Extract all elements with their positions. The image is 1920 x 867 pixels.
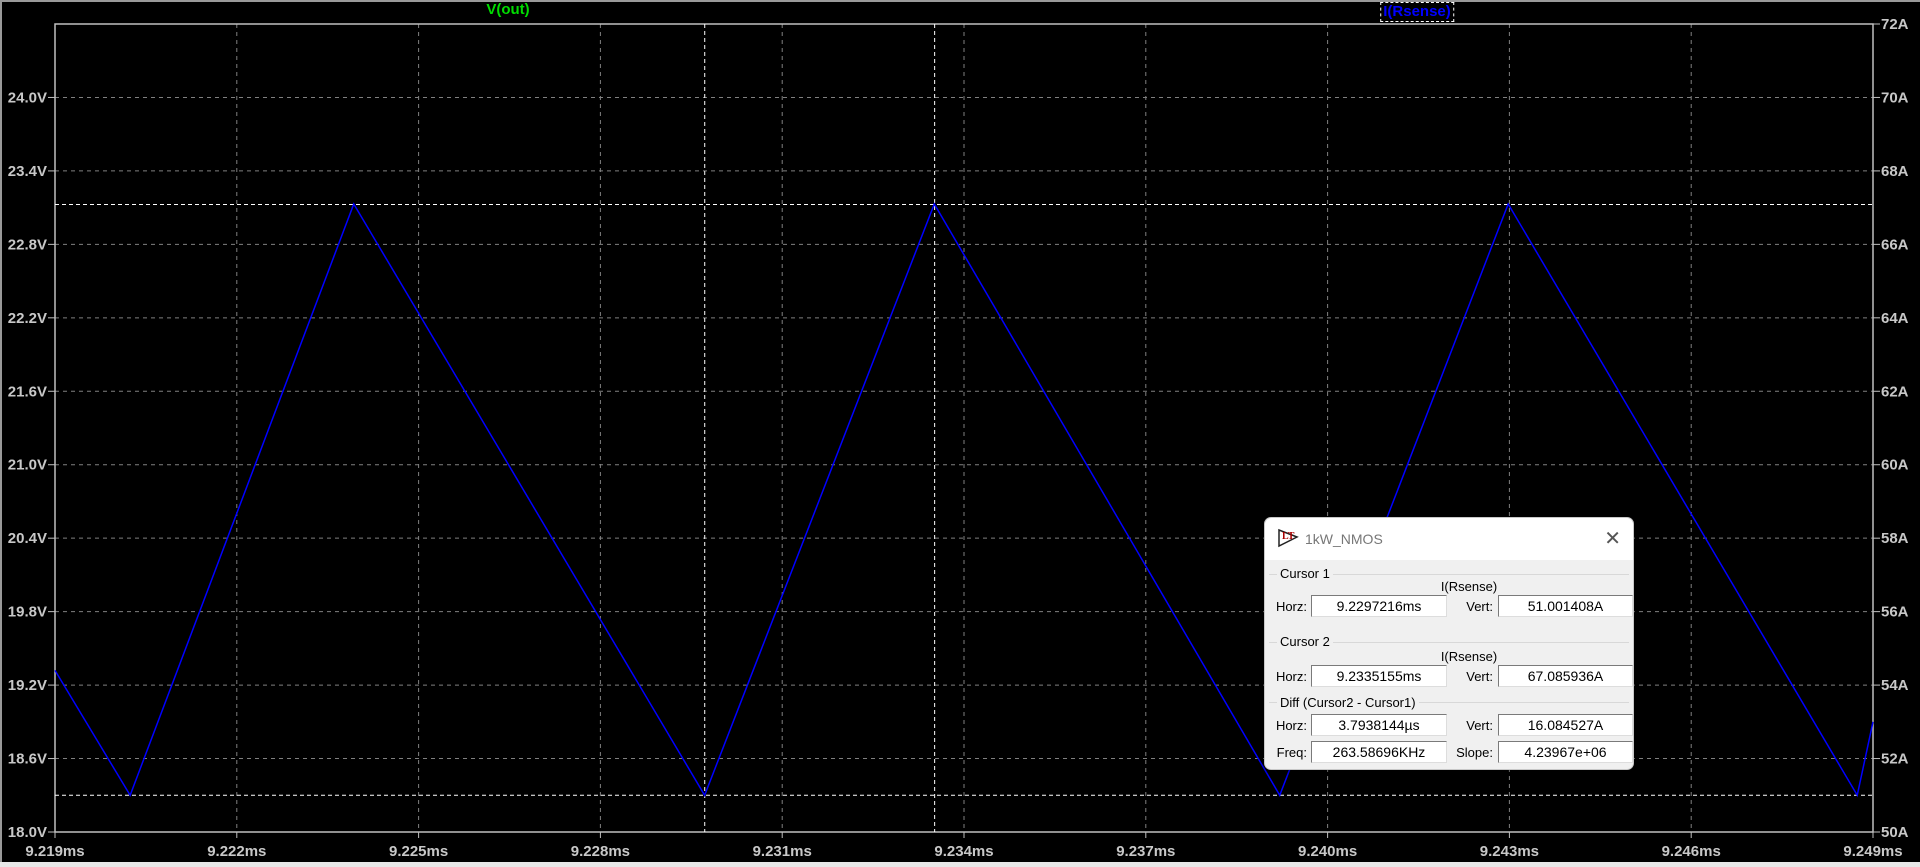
- cursor1-horz-label: Horz:: [1275, 599, 1307, 614]
- freq-label: Freq:: [1276, 745, 1307, 760]
- y-right-tick-label: 70A: [1881, 89, 1909, 106]
- y-left-tick-label: 21.0V: [8, 457, 47, 474]
- cursor1-horz-field[interactable]: 9.2297216ms: [1311, 595, 1447, 617]
- x-tick-label: 9.237ms: [1116, 843, 1175, 860]
- cursor1-vert-field[interactable]: 51.001408A: [1498, 595, 1633, 617]
- y-right-tick-label: 72A: [1881, 16, 1909, 33]
- diff-horz-field[interactable]: 3.7938144µs: [1311, 714, 1447, 736]
- x-tick-label: 9.225ms: [389, 843, 448, 860]
- y-right-tick-label: 54A: [1881, 677, 1909, 694]
- x-tick-label: 9.228ms: [571, 843, 630, 860]
- ltspice-logo-icon: LT: [1278, 528, 1299, 548]
- y-right-tick-label: 52A: [1881, 751, 1909, 768]
- diff-group-label: Diff (Cursor2 - Cursor1): [1277, 695, 1419, 710]
- y-left-tick-label: 18.6V: [8, 751, 47, 768]
- x-tick-label: 9.222ms: [207, 843, 266, 860]
- diff-vert-label: Vert:: [1466, 718, 1493, 733]
- freq-field[interactable]: 263.58696KHz: [1311, 741, 1447, 763]
- x-tick-label: 9.249ms: [1843, 843, 1902, 860]
- y-right-tick-label: 68A: [1881, 163, 1909, 180]
- cursor2-horz-label: Horz:: [1275, 669, 1307, 684]
- diff-horz-label: Horz:: [1275, 718, 1307, 733]
- cursor2-vert-label: Vert:: [1466, 669, 1493, 684]
- y-left-tick-label: 20.4V: [8, 530, 47, 547]
- cursor2-group-label: Cursor 2: [1277, 634, 1333, 649]
- y-right-tick-label: 66A: [1881, 236, 1909, 253]
- dialog-titlebar[interactable]: LT 1kW_NMOS ✕: [1265, 518, 1633, 560]
- y-right-tick-label: 60A: [1881, 457, 1909, 474]
- trace-label-i-rsense[interactable]: I(Rsense): [1380, 2, 1454, 22]
- y-right-tick-label: 50A: [1881, 824, 1909, 841]
- y-right-tick-label: 56A: [1881, 604, 1909, 621]
- cursor1-signal: I(Rsense): [1440, 579, 1498, 594]
- y-right-tick-label: 58A: [1881, 530, 1909, 547]
- close-icon[interactable]: ✕: [1604, 526, 1621, 551]
- slope-label: Slope:: [1456, 745, 1493, 760]
- window-bottom-border: [0, 862, 1920, 867]
- slope-field[interactable]: 4.23967e+06: [1498, 741, 1633, 763]
- y-left-tick-label: 19.2V: [8, 677, 47, 694]
- cursor-dialog: LT 1kW_NMOS ✕ Cursor 1 I(Rsense) Horz: 9…: [1264, 517, 1634, 770]
- x-tick-label: 9.231ms: [753, 843, 812, 860]
- cursor1-vert-label: Vert:: [1466, 599, 1493, 614]
- x-tick-label: 9.240ms: [1298, 843, 1357, 860]
- cursor2-vert-field[interactable]: 67.085936A: [1498, 665, 1633, 687]
- y-left-tick-label: 22.2V: [8, 310, 47, 327]
- cursor2-horz-field[interactable]: 9.2335155ms: [1311, 665, 1447, 687]
- x-tick-label: 9.243ms: [1480, 843, 1539, 860]
- cursor2-signal: I(Rsense): [1440, 649, 1498, 664]
- trace-label-vout[interactable]: V(out): [484, 1, 531, 19]
- y-left-tick-label: 18.0V: [8, 824, 47, 841]
- svg-text:LT: LT: [1282, 531, 1295, 542]
- y-right-tick-label: 64A: [1881, 310, 1909, 327]
- dialog-title: 1kW_NMOS: [1305, 531, 1383, 547]
- y-left-tick-label: 22.8V: [8, 236, 47, 253]
- diff-vert-field[interactable]: 16.084527A: [1498, 714, 1633, 736]
- x-tick-label: 9.234ms: [934, 843, 993, 860]
- x-tick-label: 9.246ms: [1662, 843, 1721, 860]
- y-left-tick-label: 19.8V: [8, 604, 47, 621]
- y-left-tick-label: 21.6V: [8, 383, 47, 400]
- y-left-tick-label: 24.0V: [8, 89, 47, 106]
- y-right-tick-label: 62A: [1881, 383, 1909, 400]
- x-tick-label: 9.219ms: [25, 843, 84, 860]
- y-left-tick-label: 23.4V: [8, 163, 47, 180]
